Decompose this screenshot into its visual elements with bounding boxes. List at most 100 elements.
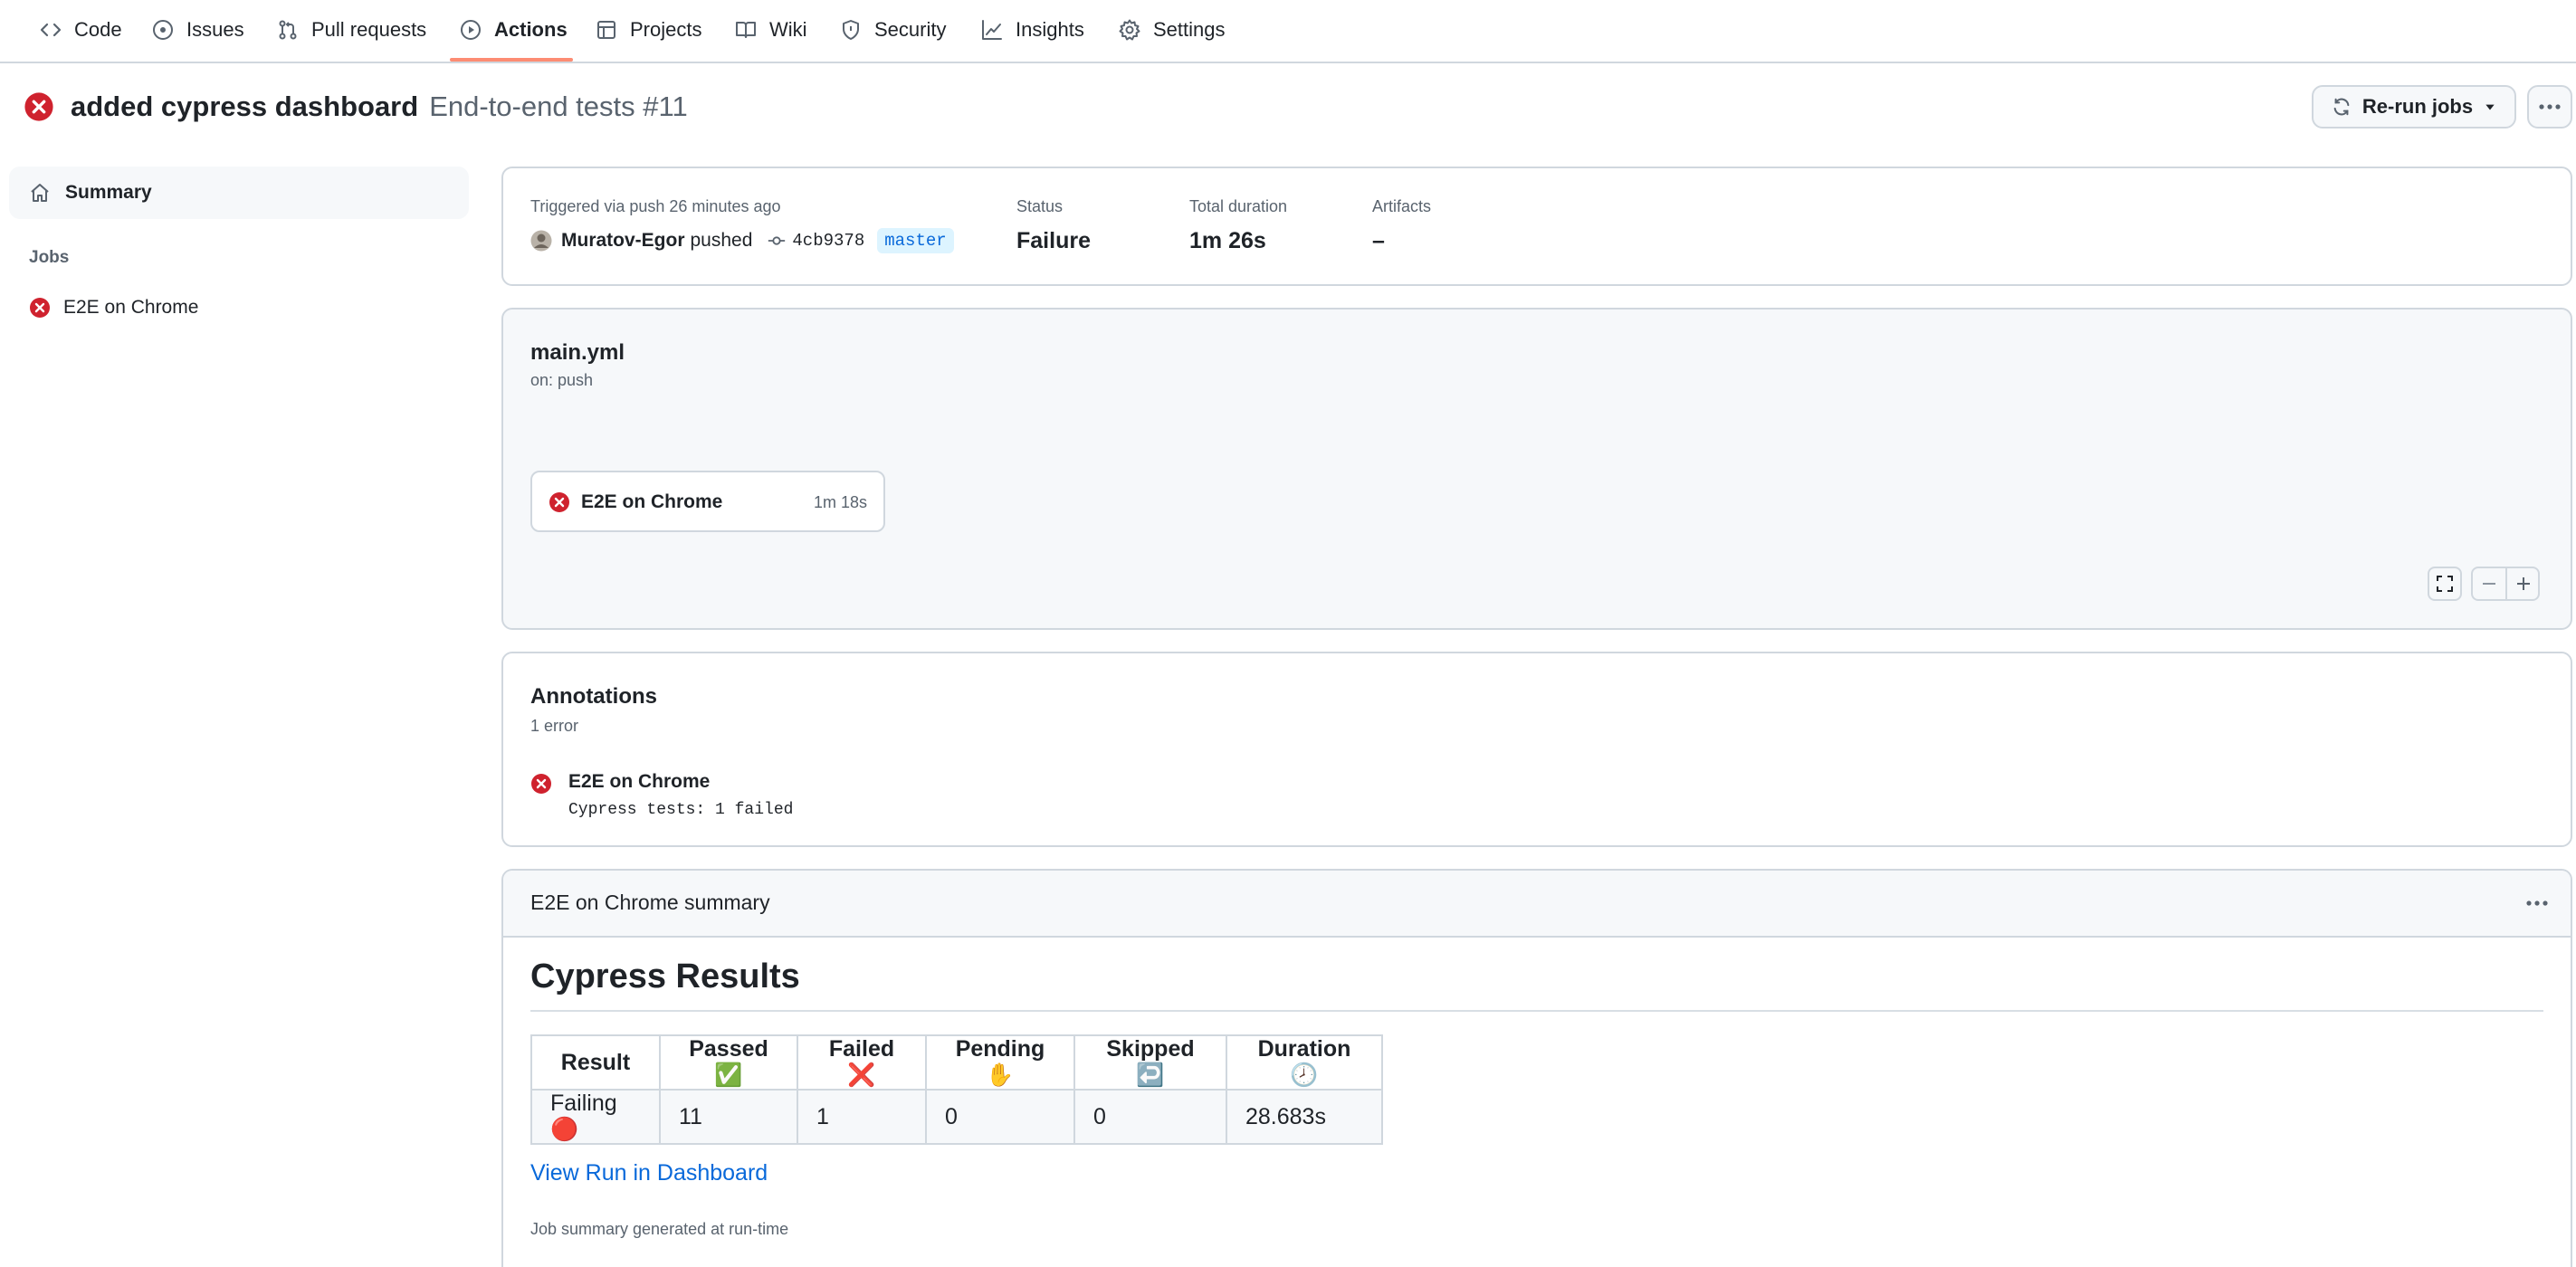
repo-nav: Code Issues Pull requests Actions Projec… xyxy=(0,0,2576,63)
workflow-trigger: on: push xyxy=(530,371,594,389)
column-header: Passed ✅ xyxy=(659,1034,798,1091)
code-icon xyxy=(40,23,62,37)
nav-item-settings[interactable]: Settings xyxy=(1119,0,1226,60)
zoom-out-button[interactable] xyxy=(2473,568,2507,599)
x-circle-fill-icon xyxy=(30,298,50,318)
nav-item-insights[interactable]: Insights xyxy=(981,0,1084,60)
annotation-message: Cypress tests: 1 failed xyxy=(568,801,794,819)
column-header: Failed ❌ xyxy=(797,1034,927,1091)
gear-icon xyxy=(1119,19,1140,41)
x-circle-fill-icon xyxy=(531,774,551,794)
nav-label: Issues xyxy=(186,18,244,41)
screen-full-icon xyxy=(2437,576,2453,592)
kebab-horizontal-icon xyxy=(2526,900,2548,906)
fullscreen-button[interactable] xyxy=(2428,567,2462,601)
table-cell: 11 xyxy=(659,1089,798,1145)
pull-request-icon xyxy=(279,20,297,40)
run-title: added cypress dashboard End-to-end tests… xyxy=(24,85,688,129)
artifacts-value: – xyxy=(1372,228,1385,253)
graph-icon xyxy=(982,20,1002,40)
play-icon xyxy=(461,20,481,40)
nav-label: Actions xyxy=(494,18,568,41)
nav-label: Insights xyxy=(1016,18,1084,41)
column-header: Pending ✋ xyxy=(925,1034,1075,1091)
nav-item-code[interactable]: Code xyxy=(40,0,122,60)
column-header: Skipped ↩️ xyxy=(1073,1034,1227,1091)
nav-item-actions[interactable]: Actions xyxy=(460,0,568,60)
nav-label: Projects xyxy=(630,18,702,41)
cypress-results-heading: Cypress Results xyxy=(530,957,800,996)
table-header-row: Result Passed ✅ Failed ❌ Pending ✋ Skipp… xyxy=(530,1034,1383,1091)
x-circle-fill-icon xyxy=(24,92,53,121)
annotations-count: 1 error xyxy=(530,717,579,735)
push-action: pushed xyxy=(690,230,753,251)
workflow-graph-card: main.yml on: push E2E on Chrome 1m 18s xyxy=(501,308,2572,630)
sidebar-item-e2e-on-chrome[interactable]: E2E on Chrome xyxy=(29,297,198,319)
table-cell: Failing 🔴 xyxy=(530,1089,661,1145)
zoom-in-button[interactable] xyxy=(2507,568,2540,599)
sidebar-summary-label: Summary xyxy=(65,182,152,203)
issue-icon xyxy=(153,20,173,40)
annotations-title: Annotations xyxy=(530,684,657,709)
nav-label: Settings xyxy=(1153,18,1226,41)
commit-sha-link[interactable]: 4cb9378 xyxy=(792,231,864,251)
table-cell: 1 xyxy=(797,1089,927,1145)
column-header: Result xyxy=(530,1034,661,1091)
commit-icon xyxy=(768,236,786,245)
avatar[interactable] xyxy=(530,230,552,252)
table-icon xyxy=(597,21,615,39)
job-summary-header: E2E on Chrome summary xyxy=(503,871,2571,938)
plus-icon xyxy=(2517,577,2530,590)
cypress-results-table: Result Passed ✅ Failed ❌ Pending ✋ Skipp… xyxy=(530,1034,1383,1145)
nav-label: Code xyxy=(74,18,122,41)
annotations-card: Annotations 1 error E2E on Chrome Cypres… xyxy=(501,652,2572,847)
artifacts-label: Artifacts xyxy=(1372,197,1432,215)
graph-job-node[interactable]: E2E on Chrome 1m 18s xyxy=(530,471,885,532)
shield-icon xyxy=(843,20,859,40)
column-header: Duration 🕗 xyxy=(1226,1034,1383,1091)
nav-label: Wiki xyxy=(769,18,807,41)
zoom-controls xyxy=(2471,567,2540,601)
rerun-jobs-label: Re-run jobs xyxy=(2361,95,2474,118)
nav-item-security[interactable]: Security xyxy=(840,0,946,60)
table-cell: 28.683s xyxy=(1226,1089,1383,1145)
dash-icon xyxy=(2483,583,2495,585)
job-summary-title: E2E on Chrome summary xyxy=(530,891,770,914)
sidebar-item-summary[interactable]: Summary xyxy=(9,167,469,219)
duration-label: Total duration xyxy=(1189,197,1288,215)
nav-item-pull-requests[interactable]: Pull requests xyxy=(277,0,426,60)
nav-label: Pull requests xyxy=(311,18,427,41)
nav-item-wiki[interactable]: Wiki xyxy=(735,0,807,60)
run-info-card: Triggered via push 26 minutes ago Murato… xyxy=(501,167,2572,286)
branch-label[interactable]: master xyxy=(877,228,954,253)
book-icon xyxy=(736,22,756,38)
job-summary-footer: Job summary generated at run-time xyxy=(530,1220,789,1238)
graph-job-name: E2E on Chrome xyxy=(581,491,723,512)
actor-link[interactable]: Muratov-Egor xyxy=(561,230,685,252)
nav-item-issues[interactable]: Issues xyxy=(152,0,244,60)
triggered-text: Triggered via push 26 minutes ago xyxy=(530,197,781,215)
rerun-jobs-button[interactable]: Re-run jobs xyxy=(2312,85,2516,129)
heading-divider xyxy=(530,1010,2543,1012)
annotation-title[interactable]: E2E on Chrome xyxy=(568,771,710,793)
x-circle-fill-icon xyxy=(549,492,569,512)
table-cell: 0 xyxy=(925,1089,1075,1145)
status-label: Status xyxy=(1016,197,1064,215)
kebab-horizontal-icon xyxy=(2539,104,2561,110)
summary-more-button[interactable] xyxy=(2524,891,2551,916)
active-tab-indicator xyxy=(450,58,573,62)
home-icon xyxy=(31,184,49,202)
graph-job-duration: 1m 18s xyxy=(813,493,867,511)
sidebar-jobs-heading: Jobs xyxy=(29,248,70,267)
nav-label: Security xyxy=(874,18,947,41)
sidebar-job-label: E2E on Chrome xyxy=(63,297,199,318)
nav-item-projects[interactable]: Projects xyxy=(596,0,701,60)
table-cell: 0 xyxy=(1073,1089,1227,1145)
more-options-button[interactable] xyxy=(2527,85,2572,129)
workflow-run-name: End-to-end tests #11 xyxy=(429,90,688,122)
push-info: Muratov-Egor pushed 4cb9378 master xyxy=(530,228,954,253)
table-row: Failing 🔴 11 1 0 0 28.683s xyxy=(530,1089,1383,1145)
job-summary-card: E2E on Chrome summary Cypress Results Re… xyxy=(501,869,2572,1267)
sync-icon xyxy=(2333,98,2350,116)
view-run-dashboard-link[interactable]: View Run in Dashboard xyxy=(530,1160,768,1186)
